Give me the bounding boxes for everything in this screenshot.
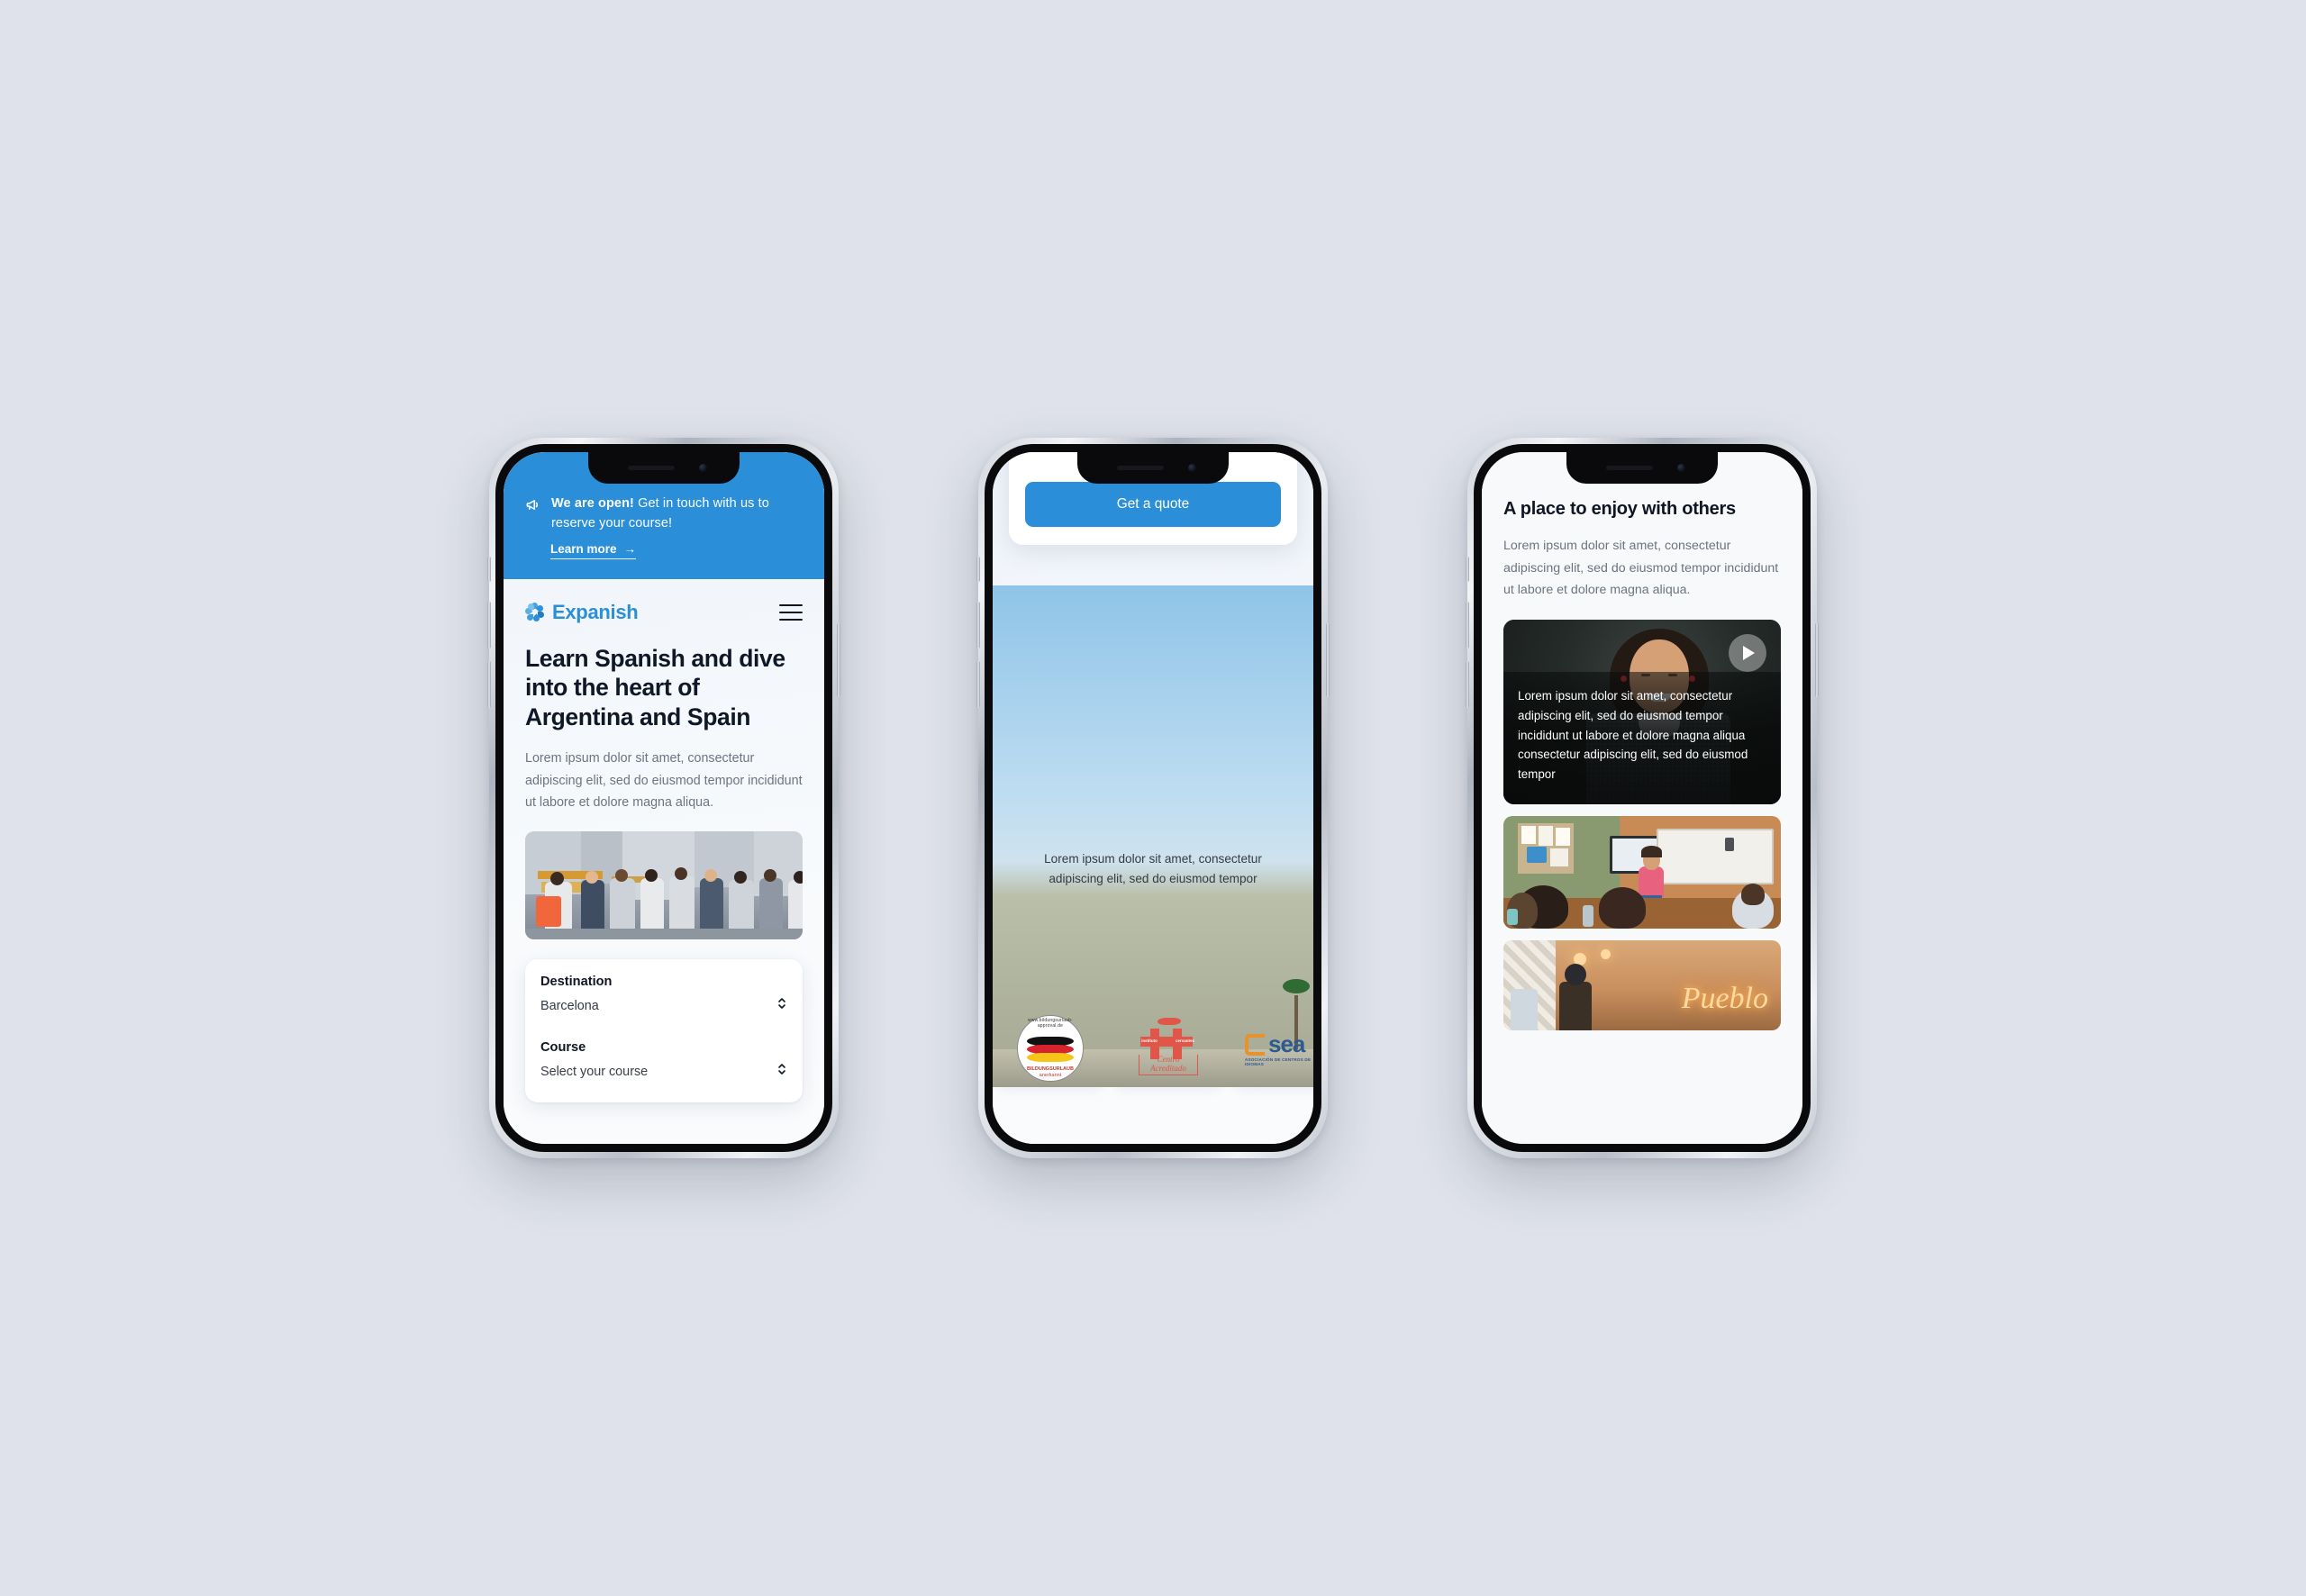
lounge-photo: Pueblo: [1503, 939, 1781, 1030]
badge-1-line2: BILDUNGSURLAUB: [1027, 1066, 1074, 1072]
badge-2-line1: instituto: [1141, 1038, 1158, 1043]
volume-down-button[interactable]: [976, 661, 980, 708]
power-button[interactable]: [1815, 623, 1819, 697]
phone-3: A place to enjoy with others Lorem ipsum…: [1466, 438, 1819, 1158]
badge-1-line3: anerkannt: [1039, 1072, 1062, 1078]
silent-switch[interactable]: [1466, 557, 1469, 582]
destination-carousel[interactable]: [993, 585, 1313, 1087]
hero-headline: Learn Spanish and dive into the heart of…: [525, 644, 785, 730]
form-field-course[interactable]: Course Select your course: [540, 1040, 787, 1093]
hamburger-menu-icon[interactable]: [779, 603, 803, 621]
badge-3-line2: ASOCIACIÓN DE CENTROS DE IDIOMAS: [1245, 1056, 1312, 1066]
phone-1-page: We are open! Get in touch with us to res…: [504, 452, 824, 1144]
phone-2: Length Select your course Get a quote Ex…: [976, 438, 1330, 1158]
badge-2-line2: cervantes: [1176, 1038, 1195, 1043]
phone-2-notch: [1077, 452, 1229, 484]
classroom-photo: [1503, 815, 1781, 929]
video-card[interactable]: Lorem ipsum dolor sit amet, consectetur …: [1503, 619, 1781, 804]
section-heading: A place to enjoy with others: [1503, 499, 1736, 519]
volume-down-button[interactable]: [487, 661, 491, 708]
form-field-destination[interactable]: Destination Barcelona: [540, 975, 787, 1028]
volume-down-button[interactable]: [1466, 661, 1469, 708]
hero-section: Learn Spanish and dive into the heart of…: [504, 630, 824, 814]
video-caption: Lorem ipsum dolor sit amet, consectetur …: [1503, 672, 1781, 804]
destination-value: Barcelona: [540, 998, 599, 1013]
badge-1-line1: www.bildungsurlaub-approval.de: [1028, 1017, 1073, 1029]
power-button[interactable]: [1326, 623, 1330, 697]
course-value: Select your course: [540, 1064, 649, 1079]
expanish-flower-icon: [523, 603, 545, 623]
volume-up-button[interactable]: [487, 602, 491, 648]
phone-1-bezel: We are open! Get in touch with us to res…: [495, 444, 832, 1152]
phone-3-page: A place to enjoy with others Lorem ipsum…: [1482, 452, 1802, 1144]
phone-3-bezel: A place to enjoy with others Lorem ipsum…: [1474, 444, 1811, 1152]
carousel-caption: Lorem ipsum dolor sit amet, consectetur …: [1044, 852, 1262, 885]
learn-more-link[interactable]: Learn more →: [550, 541, 637, 559]
classroom-scene: [1503, 815, 1781, 929]
quote-form-card: Destination Barcelona Course Select your…: [525, 959, 803, 1103]
course-label: Course: [540, 1040, 586, 1056]
phone-2-bezel: Length Select your course Get a quote Ex…: [985, 444, 1321, 1152]
site-header: Expanish: [504, 579, 824, 630]
phone-1-notch: [588, 452, 740, 484]
phone-3-screen: A place to enjoy with others Lorem ipsum…: [1482, 452, 1802, 1144]
lounge-scene: Pueblo: [1503, 939, 1781, 1030]
hero-image: [525, 831, 803, 940]
enjoy-section: A place to enjoy with others Lorem ipsum…: [1482, 452, 1802, 1030]
section-body: Lorem ipsum dolor sit amet, consectetur …: [1503, 539, 1779, 598]
silent-switch[interactable]: [487, 557, 491, 582]
learn-more-label: Learn more: [550, 541, 617, 556]
brand-logo[interactable]: Expanish: [523, 600, 639, 624]
arrow-right-icon: →: [623, 541, 637, 556]
phone-2-page: Length Select your course Get a quote Ex…: [993, 452, 1313, 1144]
play-icon[interactable]: [1729, 633, 1766, 672]
next-destination-photo-scene: [993, 585, 1313, 1087]
volume-up-button[interactable]: [1466, 602, 1469, 648]
badge-2-line3: Centro Acreditado: [1139, 1054, 1198, 1075]
neon-sign: Pueblo: [1681, 981, 1768, 1015]
street-photo-scene: [525, 831, 803, 940]
phone-2-screen: Length Select your course Get a quote Ex…: [993, 452, 1313, 1144]
megaphone-icon: [525, 496, 542, 518]
destination-label: Destination: [540, 975, 613, 990]
phone-mockup-stage: We are open! Get in touch with us to res…: [0, 0, 2306, 1596]
announcement-bold: We are open!: [551, 496, 634, 511]
silent-switch[interactable]: [976, 557, 980, 582]
chevron-updown-icon: [776, 995, 787, 1016]
badge-3-line1: sea: [1268, 1029, 1305, 1057]
chevron-updown-icon: [776, 1061, 787, 1082]
destinations-section: Explore our destinations Barcelona Madri…: [993, 585, 1313, 1087]
phone-1: We are open! Get in touch with us to res…: [487, 438, 840, 1158]
phone-1-screen: We are open! Get in touch with us to res…: [504, 452, 824, 1144]
volume-up-button[interactable]: [976, 602, 980, 648]
phone-3-notch: [1566, 452, 1718, 484]
brand-name: Expanish: [552, 600, 639, 623]
announcement-text: We are open! Get in touch with us to res…: [551, 494, 803, 534]
power-button[interactable]: [837, 623, 840, 697]
hero-body: Lorem ipsum dolor sit amet, consectetur …: [525, 750, 803, 811]
carousel-slide-next[interactable]: [993, 585, 1313, 1087]
get-a-quote-button[interactable]: Get a quote: [1025, 482, 1281, 527]
